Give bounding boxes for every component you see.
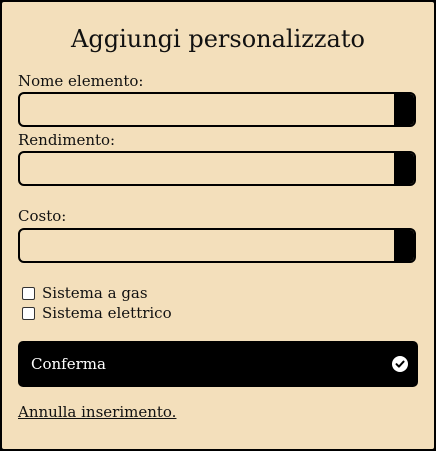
add-custom-dialog: Aggiungi personalizzato Nome elemento: R… xyxy=(2,2,434,449)
electric-system-checkbox[interactable] xyxy=(22,306,35,320)
electric-system-option[interactable]: Sistema elettrico xyxy=(22,304,172,322)
yield-label: Rendimento: xyxy=(18,131,116,149)
confirm-button[interactable]: Conferma xyxy=(18,341,418,387)
item-name-label: Nome elemento: xyxy=(18,72,144,90)
confirm-label: Conferma xyxy=(31,355,106,373)
cost-field-handle xyxy=(394,230,414,261)
cancel-link[interactable]: Annulla inserimento. xyxy=(18,403,176,421)
yield-field[interactable] xyxy=(18,151,416,186)
cost-field[interactable] xyxy=(18,228,416,263)
yield-field-handle xyxy=(394,153,414,184)
item-name-input[interactable] xyxy=(20,94,396,125)
cost-input[interactable] xyxy=(20,230,396,261)
cost-label: Costo: xyxy=(18,207,67,225)
dialog-title: Aggiungi personalizzato xyxy=(71,25,365,53)
item-name-field-handle xyxy=(394,94,414,125)
gas-system-option[interactable]: Sistema a gas xyxy=(22,284,148,302)
gas-system-checkbox[interactable] xyxy=(22,286,35,300)
item-name-field[interactable] xyxy=(18,92,416,127)
electric-system-label: Sistema elettrico xyxy=(42,304,172,322)
yield-input[interactable] xyxy=(20,153,396,184)
check-circle-icon xyxy=(392,356,408,372)
gas-system-label: Sistema a gas xyxy=(42,284,148,302)
